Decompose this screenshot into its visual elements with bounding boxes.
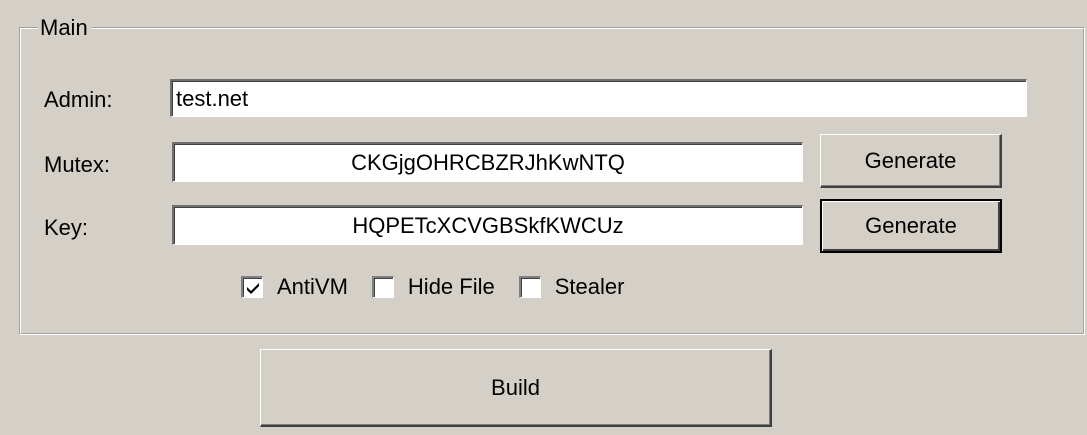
antivm-checkbox-box[interactable] — [241, 276, 263, 298]
hide-file-label: Hide File — [407, 274, 495, 299]
stealer-checkbox-box[interactable] — [518, 276, 541, 298]
admin-label: Admin: — [44, 87, 113, 112]
stealer-checkbox[interactable]: Stealer — [518, 274, 625, 300]
build-button[interactable]: Build — [260, 349, 772, 427]
generate-key-button[interactable]: Generate — [820, 199, 1002, 253]
generate-mutex-button[interactable]: Generate — [820, 134, 1002, 188]
stealer-label: Stealer — [554, 274, 625, 299]
checkmark-icon — [247, 283, 259, 294]
antivm-checkbox[interactable]: AntiVM — [241, 274, 348, 300]
key-label: Key: — [44, 215, 89, 240]
hide-file-checkbox[interactable]: Hide File — [371, 274, 495, 300]
hide-file-checkbox-box[interactable] — [371, 276, 394, 298]
options-row: AntiVM Hide File Stealer — [241, 272, 648, 302]
groupbox-title: Main — [38, 16, 92, 40]
antivm-label: AntiVM — [277, 274, 348, 299]
mutex-input[interactable] — [172, 142, 803, 182]
key-input[interactable] — [172, 205, 803, 245]
mutex-label: Mutex: — [44, 152, 111, 177]
admin-input[interactable] — [170, 79, 1027, 117]
